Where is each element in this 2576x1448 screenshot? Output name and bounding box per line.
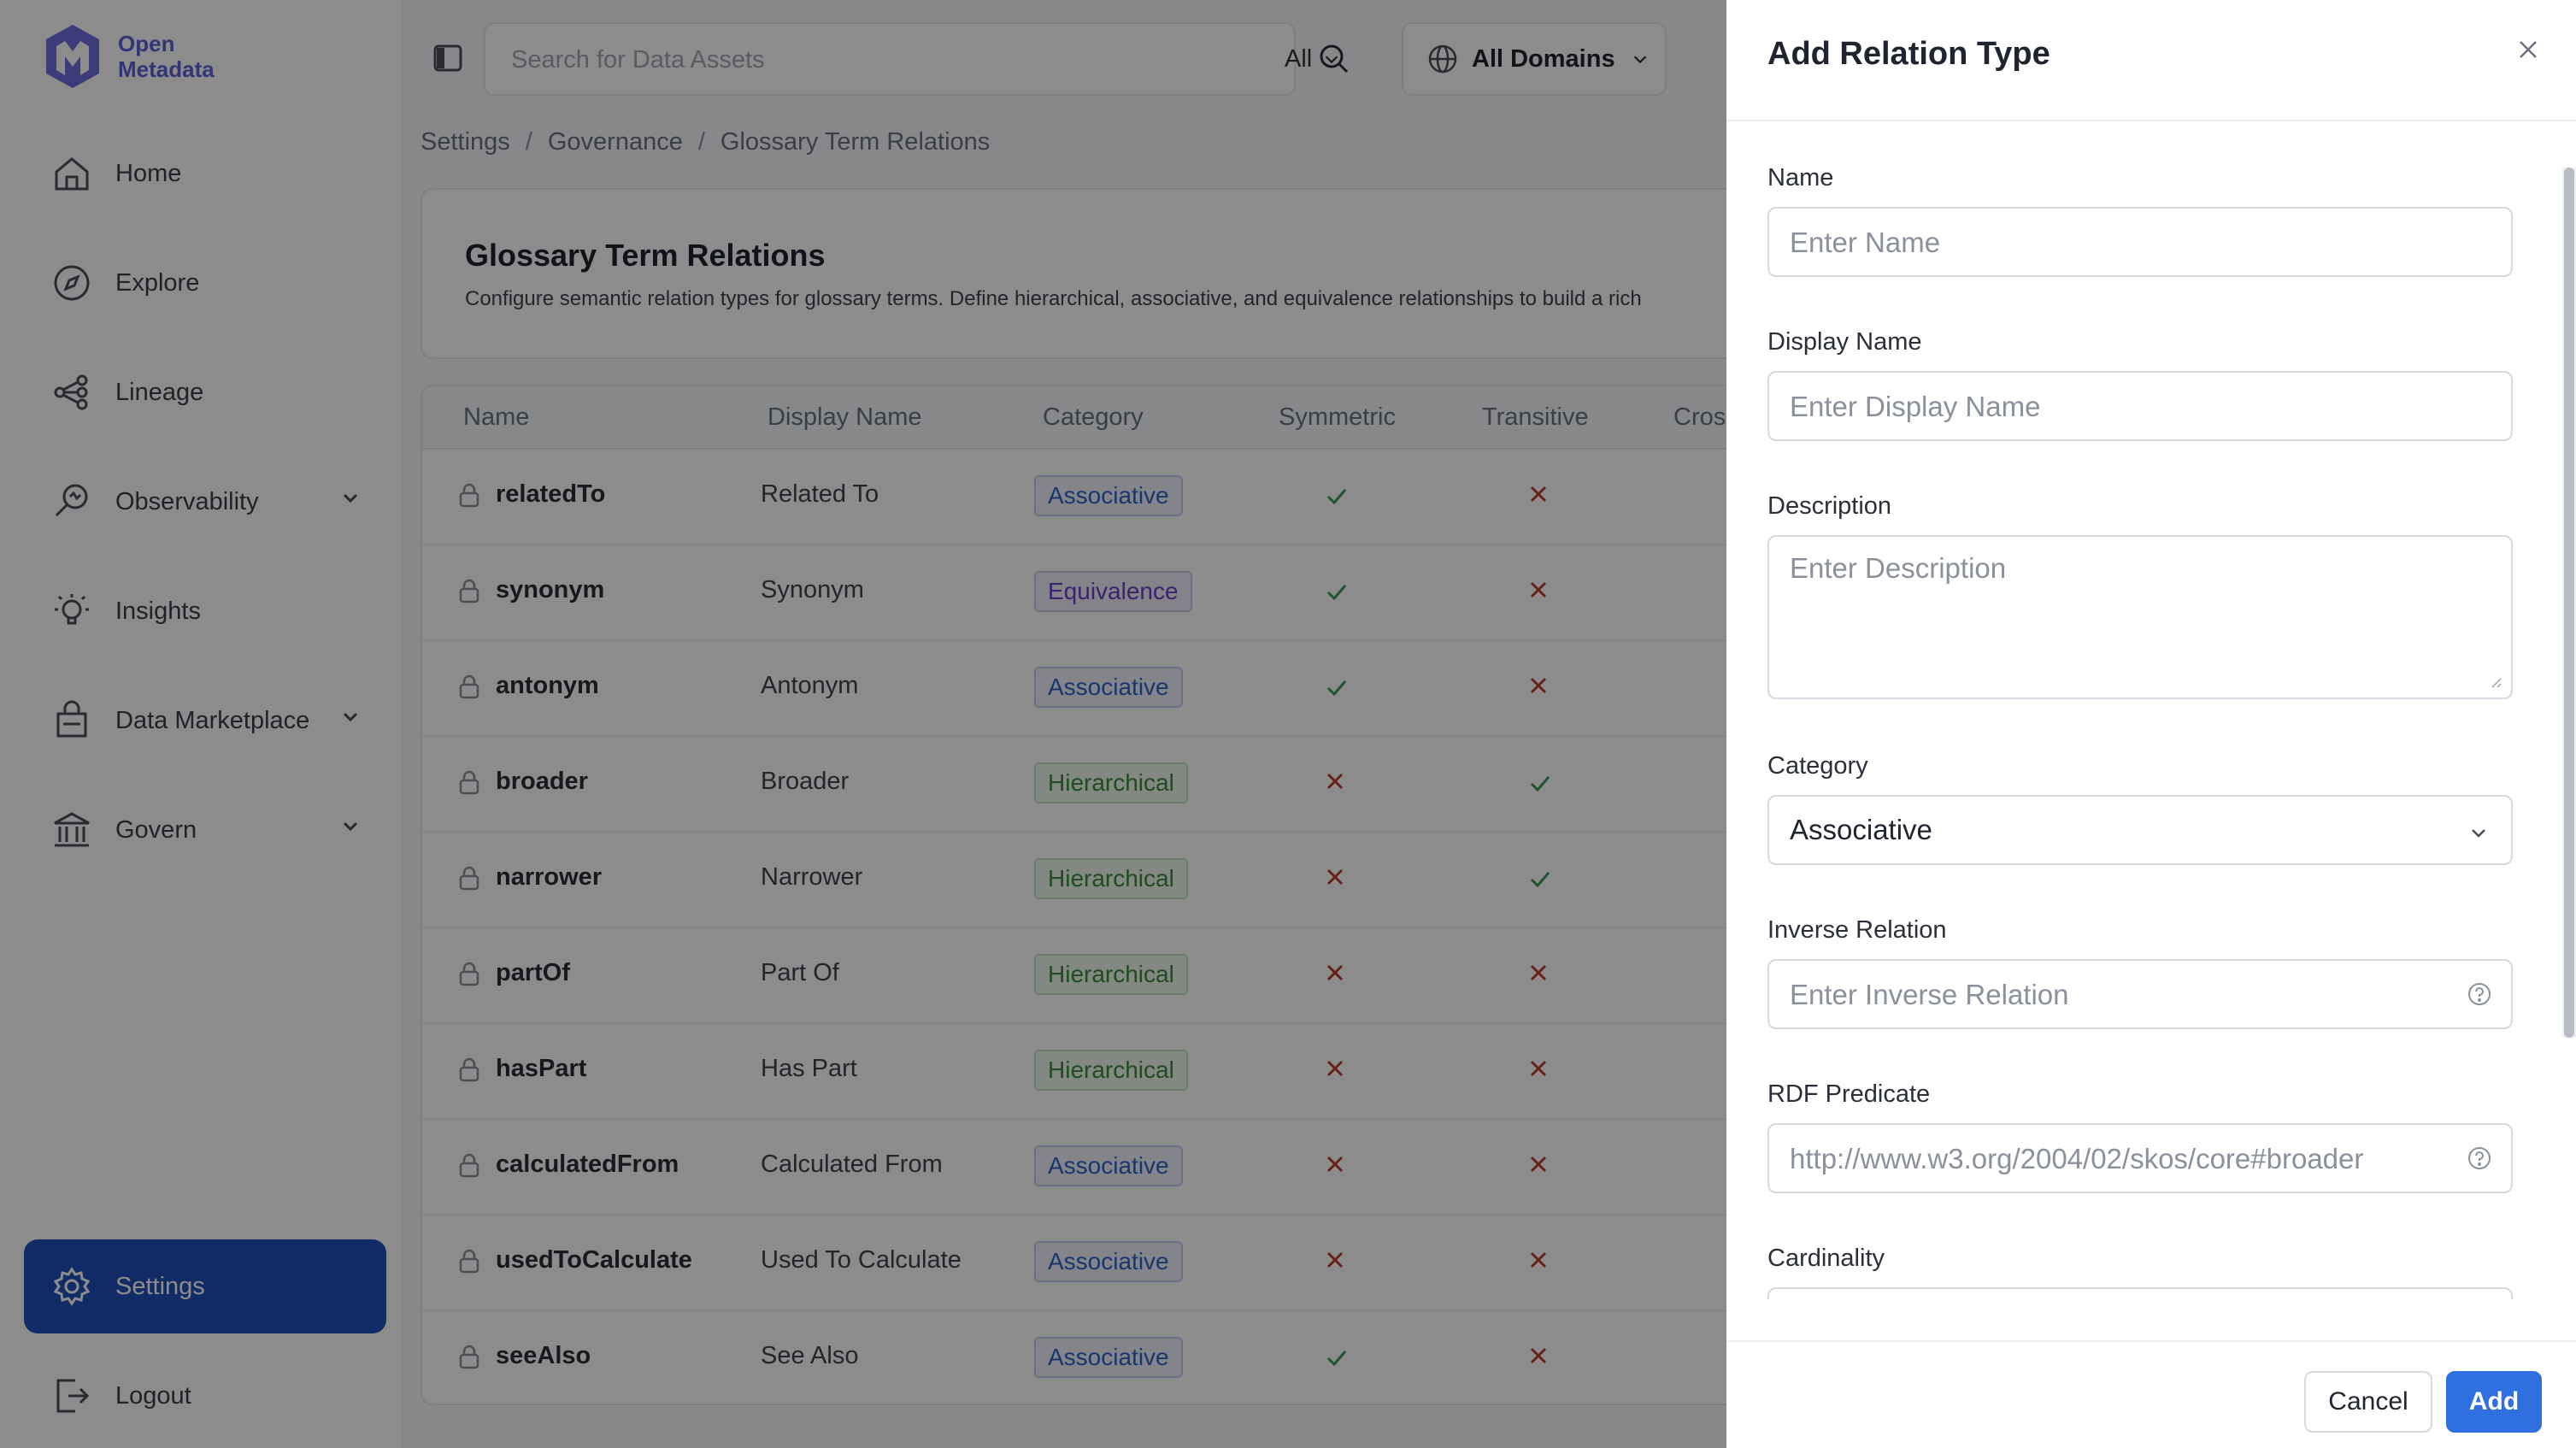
drawer-scrollbar-thumb[interactable]: [2564, 168, 2574, 1038]
close-icon: [2520, 41, 2537, 58]
rdf-predicate-label: RDF Predicate: [1767, 1080, 1931, 1108]
cardinality-label: Cardinality: [1767, 1245, 1885, 1272]
rdf-predicate-field: [1767, 1123, 2513, 1193]
inverse-relation-label: Inverse Relation: [1767, 916, 1947, 944]
drawer-form: Name Display Name Description Category A…: [1726, 123, 2576, 1299]
category-label: Category: [1767, 752, 1868, 780]
drawer-scrollbar[interactable]: [2562, 168, 2576, 1038]
add-relation-type-drawer: Add Relation Type Name Display Name Desc…: [1726, 0, 2576, 1448]
help-circle-icon[interactable]: [2467, 981, 2492, 1007]
description-label: Description: [1767, 492, 1892, 520]
name-input[interactable]: [1790, 224, 2456, 262]
cardinality-select[interactable]: [1767, 1287, 2513, 1299]
inverse-relation-field: [1767, 959, 2513, 1029]
close-button[interactable]: [2511, 32, 2545, 67]
display-name-field: [1767, 371, 2513, 441]
resize-handle-icon[interactable]: [2489, 675, 2502, 689]
name-label: Name: [1767, 164, 1834, 191]
drawer-title: Add Relation Type: [1767, 36, 2050, 72]
chevron-down-icon: [2472, 829, 2485, 838]
drawer-footer: Cancel Add: [1726, 1340, 2576, 1448]
display-name-input[interactable]: [1790, 388, 2456, 426]
help-circle-icon[interactable]: [2467, 1145, 2492, 1171]
display-name-label: Display Name: [1767, 328, 1922, 356]
add-button[interactable]: Add: [2446, 1371, 2542, 1433]
drawer-header: Add Relation Type: [1726, 0, 2576, 121]
category-select-value: Associative: [1790, 814, 1932, 845]
description-textarea[interactable]: [1790, 552, 2456, 680]
category-select[interactable]: Associative: [1767, 795, 2513, 865]
rdf-predicate-input[interactable]: [1790, 1140, 2456, 1178]
description-field: [1767, 535, 2513, 699]
name-field: [1767, 207, 2513, 277]
inverse-relation-input[interactable]: [1790, 976, 2456, 1014]
cancel-button[interactable]: Cancel: [2304, 1371, 2432, 1433]
